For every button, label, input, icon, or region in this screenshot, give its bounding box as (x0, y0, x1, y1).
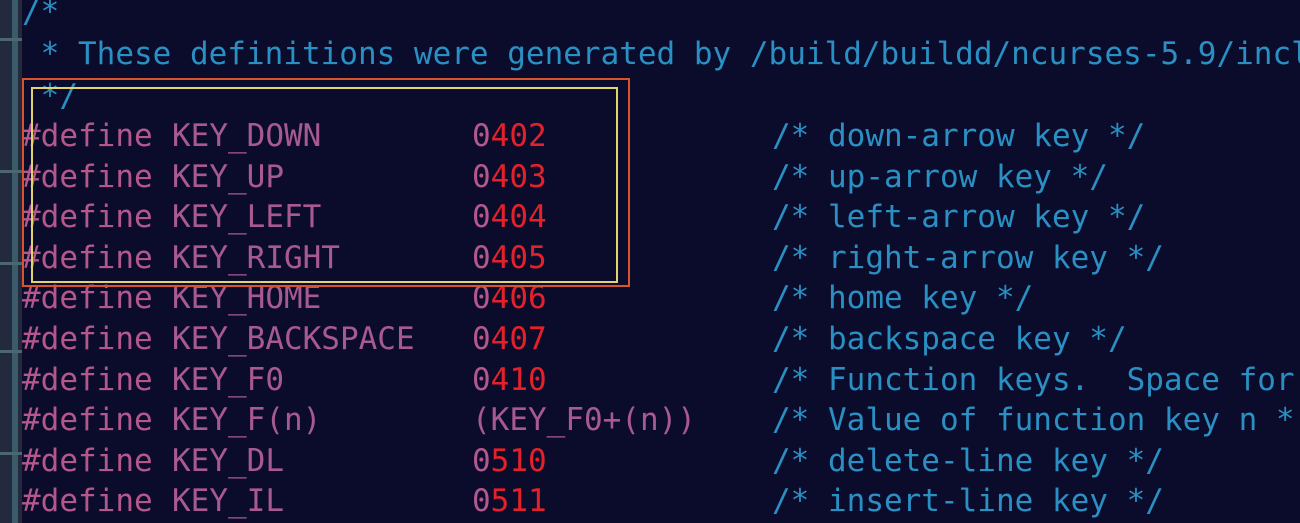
define-value-digits: 510 (490, 442, 547, 479)
define-comment: /* right-arrow key */ (772, 239, 1164, 276)
editor-gutter (0, 0, 22, 523)
define-value: 0410 (472, 360, 547, 400)
define-line: #define KEY_F(n) (KEY_F0+(n)) /* Value of f… (22, 400, 1300, 440)
terminal-editor: /* * These definitions were generated by… (0, 0, 1300, 523)
define-value-digits: 407 (490, 321, 547, 357)
define-keyword: #define (22, 321, 153, 357)
comment-body-line: * These definitions were generated by /b… (22, 36, 1300, 72)
define-comment: /* delete-line key */ (772, 442, 1164, 479)
comment-open-line: /* (22, 0, 60, 30)
define-value-prefix: 0 (472, 483, 491, 520)
define-name: KEY_F0 (172, 361, 284, 398)
define-value-digits: 511 (490, 483, 547, 520)
define-line: #define KEY_F0 0410 /* Function keys. Space… (22, 360, 1300, 400)
define-name: KEY_IL (172, 483, 284, 520)
define-keyword: #define (22, 483, 153, 520)
gutter-tick (0, 170, 22, 173)
define-line: #define KEY_IL 0511 /* insert-line key */ (22, 481, 1300, 521)
define-comment: /* up-arrow key */ (772, 158, 1108, 195)
define-comment: /* left-arrow key */ (772, 199, 1146, 236)
define-value: (KEY_F0+(n)) (472, 400, 696, 440)
define-value: 0511 (472, 481, 547, 521)
define-name: KEY_BACKSPACE (172, 321, 415, 357)
define-name: KEY_F(n) (172, 402, 322, 439)
define-line: #define KEY_BACKSPACE 0407 /* backspace key… (22, 319, 1300, 359)
gutter-tick (0, 38, 22, 41)
gutter-tick (0, 262, 22, 265)
highlight-box-inner (31, 87, 618, 283)
define-keyword: #define (22, 442, 153, 479)
define-comment: /* down-arrow key */ (772, 118, 1146, 154)
define-comment: /* Value of function key n * (772, 402, 1295, 439)
define-value-expression: (KEY_F0+(n)) (472, 402, 696, 439)
gutter-tick (0, 350, 22, 353)
define-comment: /* insert-line key */ (772, 483, 1164, 520)
define-keyword: #define (22, 361, 153, 398)
define-value-prefix: 0 (472, 442, 491, 479)
define-value: 0510 (472, 441, 547, 481)
define-value-prefix: 0 (472, 321, 491, 357)
define-keyword: #define (22, 402, 153, 439)
define-line: #define KEY_DL 0510 /* delete-line key */ (22, 441, 1300, 481)
gutter-tick (0, 452, 22, 455)
define-value-prefix: 0 (472, 361, 491, 398)
define-name: KEY_DL (172, 442, 284, 479)
define-value-digits: 410 (490, 361, 547, 398)
define-comment: /* backspace key */ (772, 321, 1127, 357)
define-value: 0407 (472, 319, 547, 359)
define-comment: /* home key */ (772, 280, 1034, 317)
define-comment: /* Function keys. Space for (772, 361, 1295, 398)
